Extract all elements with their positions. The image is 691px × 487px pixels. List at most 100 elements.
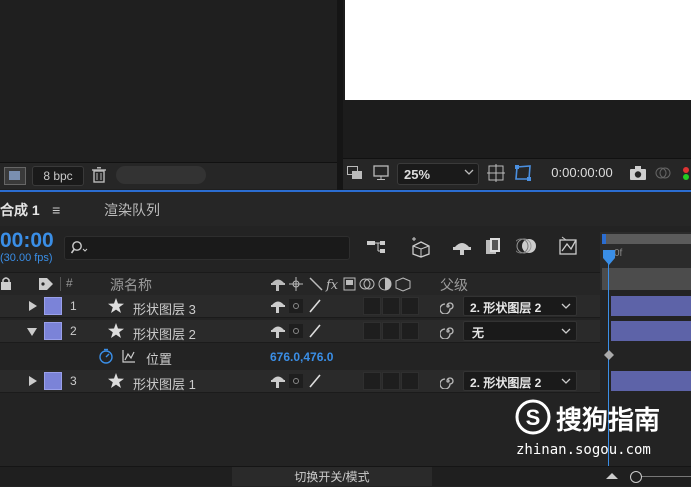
film-icon[interactable] xyxy=(4,167,26,185)
toggle-switches-modes-button[interactable]: 切换开关/模式 xyxy=(232,467,432,486)
viewer-footer: 25% 0:00:00:00 xyxy=(343,158,691,189)
parent-select[interactable]: 2. 形状图层 2 xyxy=(463,371,577,391)
label-tag-icon[interactable] xyxy=(38,277,54,291)
snapshot-toggle-icon[interactable] xyxy=(347,166,363,180)
pick-whip-icon[interactable] xyxy=(440,323,456,339)
frame-blending-icon[interactable] xyxy=(484,236,504,256)
layer-number: 1 xyxy=(70,299,77,313)
zoom-value: 25% xyxy=(404,167,431,182)
watermark-brand: 搜狗指南 xyxy=(556,405,661,435)
layer-switches[interactable] xyxy=(270,373,326,389)
keyframe-icon[interactable] xyxy=(604,350,614,360)
composition-canvas[interactable] xyxy=(345,0,691,100)
layer-row[interactable]: 3 形状图层 1 2. 形状图层 2 xyxy=(0,370,600,393)
layer-name[interactable]: 形状图层 2 xyxy=(133,324,196,343)
parent-value: 无 xyxy=(472,326,485,340)
layer-number: 3 xyxy=(70,374,77,388)
switch-box[interactable] xyxy=(363,372,381,390)
svg-text:fx: fx xyxy=(325,278,339,292)
switch-box[interactable] xyxy=(363,297,381,315)
property-name: 位置 xyxy=(146,352,173,367)
expand-arrow-icon[interactable] xyxy=(28,376,38,386)
project-scrollbar[interactable] xyxy=(116,166,206,184)
expand-arrow-icon[interactable] xyxy=(28,301,38,311)
switch-box[interactable] xyxy=(363,322,381,340)
property-row-position[interactable]: 位置 676.0,476.0 xyxy=(0,344,600,368)
layer-color-label[interactable] xyxy=(44,297,62,315)
parent-value: 2. 形状图层 2 xyxy=(470,301,542,315)
mask-visibility-icon[interactable] xyxy=(513,163,533,183)
star-icon xyxy=(108,373,124,388)
tab-render-queue[interactable]: 渲染队列 xyxy=(104,200,160,220)
layer-switches[interactable] xyxy=(270,323,326,339)
motion-blur-icon[interactable] xyxy=(516,236,538,256)
pick-whip-icon[interactable] xyxy=(440,298,456,314)
source-name-header[interactable]: 源名称 xyxy=(110,275,152,295)
playhead-icon[interactable] xyxy=(602,250,616,266)
star-icon xyxy=(108,298,124,313)
layer-number: 2 xyxy=(70,324,77,338)
layer-color-label[interactable] xyxy=(44,372,62,390)
trash-icon[interactable] xyxy=(92,167,106,183)
layer-row[interactable]: 1 形状图层 3 2. 形状图层 2 xyxy=(0,295,600,318)
work-area-bar[interactable] xyxy=(602,234,691,244)
draft-3d-icon[interactable] xyxy=(410,236,432,258)
switch-box[interactable] xyxy=(401,372,419,390)
zoom-out-mountain-icon[interactable] xyxy=(606,471,618,481)
watermark-url: zhinan.sogou.com xyxy=(516,442,651,458)
zoom-select[interactable]: 25% xyxy=(397,163,479,185)
pick-whip-icon[interactable] xyxy=(440,373,456,389)
layer-duration-bar[interactable] xyxy=(611,371,691,391)
layer-color-label[interactable] xyxy=(44,322,62,340)
current-time-display[interactable]: 00:00 (30.00 fps) xyxy=(0,229,54,265)
watermark: S 搜狗指南 zhinan.sogou.com xyxy=(510,398,680,464)
bpc-button[interactable]: 8 bpc xyxy=(32,166,84,186)
graph-icon[interactable] xyxy=(122,349,136,363)
camera-icon[interactable] xyxy=(629,165,647,181)
layer-name[interactable]: 形状图层 3 xyxy=(133,299,196,318)
parent-select[interactable]: 2. 形状图层 2 xyxy=(463,296,577,316)
switch-box[interactable] xyxy=(382,297,400,315)
chevron-down-icon xyxy=(561,326,571,336)
toggle-switches-modes-label: 切换开关/模式 xyxy=(294,470,370,484)
parent-value: 2. 形状图层 2 xyxy=(470,376,542,390)
property-value[interactable]: 676.0,476.0 xyxy=(270,350,333,364)
lock-icon[interactable] xyxy=(0,276,12,290)
sogou-logo-icon: S xyxy=(514,398,552,436)
layer-name[interactable]: 形状图层 1 xyxy=(133,374,196,393)
stopwatch-icon[interactable] xyxy=(98,348,114,364)
project-panel-footer: 8 bpc xyxy=(0,162,337,189)
shy-layers-icon[interactable] xyxy=(451,238,473,256)
layer-switches[interactable] xyxy=(270,298,326,314)
grid-icon[interactable] xyxy=(487,164,505,182)
layer-duration-bar[interactable] xyxy=(611,296,691,316)
composition-flowchart-icon[interactable] xyxy=(366,238,388,256)
show-snapshot-icon[interactable] xyxy=(655,165,671,181)
tab-comp-1[interactable]: 合成 1 ≡ xyxy=(0,200,60,220)
timeline-zoom-slider[interactable] xyxy=(628,471,691,483)
tab-comp-1-label: 合成 1 xyxy=(0,202,40,218)
chevron-down-icon xyxy=(561,301,571,311)
switch-box[interactable] xyxy=(382,322,400,340)
layer-duration-bar[interactable] xyxy=(611,321,691,341)
chevron-down-icon xyxy=(561,376,571,386)
layer-search-input[interactable] xyxy=(64,236,350,260)
parent-select[interactable]: 无 xyxy=(463,321,577,341)
switch-box[interactable] xyxy=(401,322,419,340)
collapse-arrow-icon[interactable] xyxy=(27,327,37,337)
color-channel-icon[interactable] xyxy=(681,165,691,181)
layer-number-header: # xyxy=(66,276,73,290)
timeline-zoom-slider-handle[interactable] xyxy=(630,471,642,483)
star-icon xyxy=(108,323,124,338)
layer-row[interactable]: 2 形状图层 2 无 xyxy=(0,320,600,343)
timeline-lower-bar[interactable] xyxy=(602,268,691,290)
current-timecode: 00:00 xyxy=(0,229,54,252)
frame-rate-label: (30.00 fps) xyxy=(0,252,53,264)
tab-menu-icon[interactable]: ≡ xyxy=(52,202,60,218)
graph-editor-icon[interactable] xyxy=(558,236,580,256)
monitor-icon[interactable] xyxy=(373,165,389,181)
switch-box[interactable] xyxy=(401,297,419,315)
search-icon xyxy=(71,240,89,256)
switch-box[interactable] xyxy=(382,372,400,390)
viewer-timecode[interactable]: 0:00:00:00 xyxy=(543,163,621,183)
